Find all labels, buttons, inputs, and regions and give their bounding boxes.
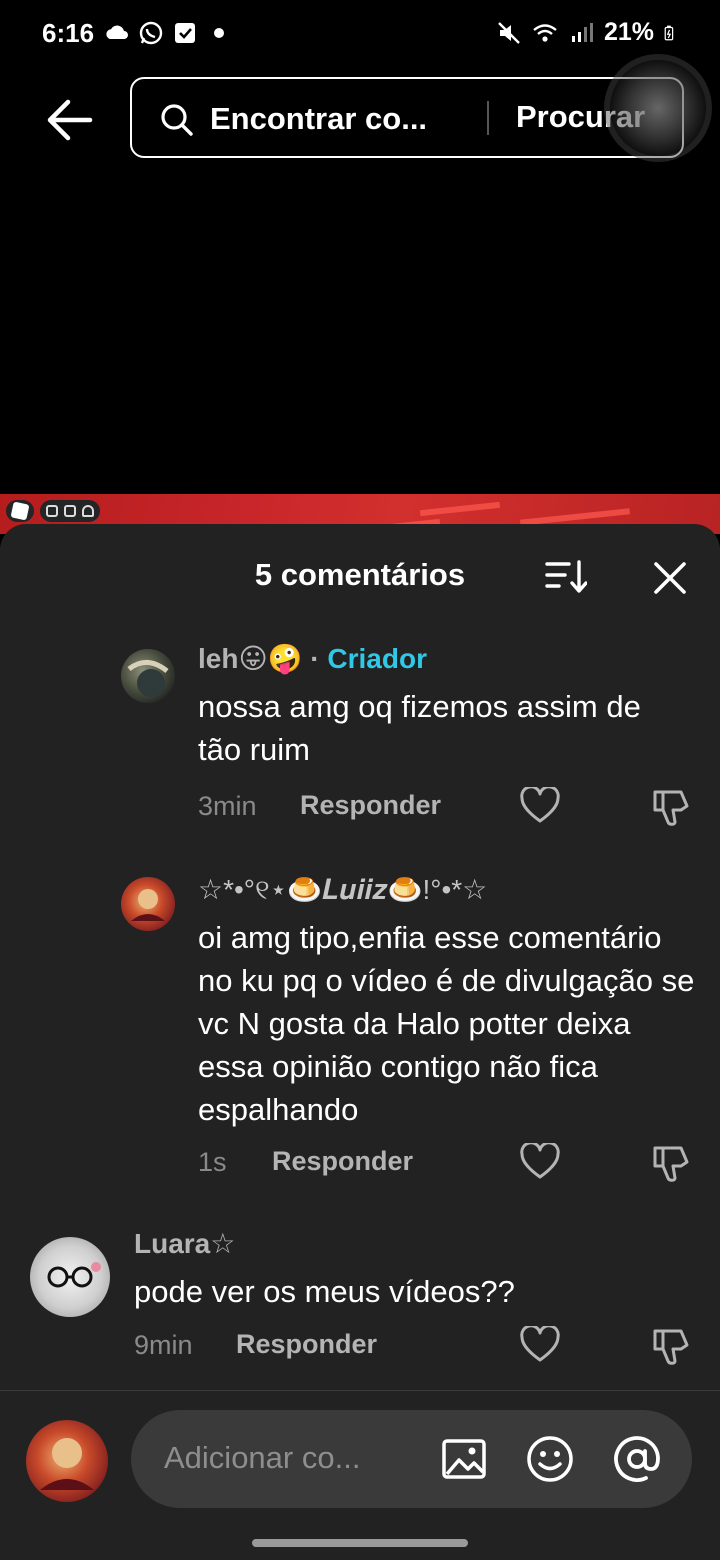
username-text: leh😛🤪: [198, 643, 303, 674]
creator-badge: Criador: [327, 643, 427, 674]
battery-percent: 21%: [603, 18, 654, 46]
roblox-tools-chip: [40, 500, 100, 522]
avatar[interactable]: [121, 877, 175, 931]
comment-time: 9min: [134, 1330, 193, 1360]
whatsapp-icon: [139, 21, 163, 45]
reply-button[interactable]: Responder: [272, 1146, 413, 1177]
composer-divider: [0, 1390, 720, 1391]
comment-time: 3min: [198, 791, 257, 821]
close-icon[interactable]: [652, 560, 688, 596]
checkbox-icon: [175, 23, 195, 43]
avatar[interactable]: [121, 649, 175, 703]
dislike-icon[interactable]: [651, 1144, 691, 1182]
comments-count-title: 5 comentários: [254, 557, 466, 592]
mention-icon[interactable]: [612, 1434, 662, 1484]
heart-icon[interactable]: [520, 1143, 560, 1181]
dislike-icon[interactable]: [651, 788, 691, 826]
roblox-menu-chip: [6, 500, 34, 522]
reply-button[interactable]: Responder: [236, 1329, 377, 1360]
notification-icons: [104, 20, 232, 46]
separator-dot: ·: [310, 643, 320, 674]
comment-composer[interactable]: Adicionar co...: [131, 1410, 692, 1508]
back-button[interactable]: [42, 92, 98, 148]
comment-username[interactable]: Luara☆: [134, 1227, 235, 1260]
sort-icon[interactable]: [543, 558, 587, 596]
search-bar[interactable]: Encontrar co... Procurar: [130, 77, 684, 158]
search-divider: [487, 101, 489, 135]
dot-icon: [214, 28, 224, 38]
comment-text: oi amg tipo,enfia esse comentário no ku …: [198, 920, 695, 1127]
menu-icon: [46, 505, 58, 517]
comment-input[interactable]: Adicionar co...: [164, 1440, 360, 1476]
roblox-topbar: [6, 500, 100, 522]
reply-button[interactable]: Responder: [300, 790, 441, 821]
wifi-icon: [533, 23, 557, 42]
comment-username[interactable]: leh😛🤪 · Criador: [198, 642, 427, 675]
emoji-icon[interactable]: [525, 1434, 575, 1484]
chat-icon: [64, 505, 76, 517]
search-input[interactable]: Encontrar co...: [210, 101, 427, 137]
comments-panel: 5 comentários leh😛🤪 · Criador nossa amg …: [0, 524, 720, 1560]
comment-time: 1s: [198, 1147, 227, 1177]
home-indicator[interactable]: [252, 1539, 468, 1547]
headset-icon: [82, 505, 94, 517]
comment-username[interactable]: ☆*•°୧⋆🍮𝑳𝒖𝒊𝒊𝒛🍮!°•*☆: [198, 873, 487, 907]
cloud-icon: [106, 25, 128, 39]
arrow-left-icon: [47, 99, 93, 141]
roblox-logo-icon: [10, 501, 30, 521]
signal-icon: [571, 22, 593, 42]
comment-text: pode ver os meus vídeos??: [134, 1274, 515, 1309]
dislike-icon[interactable]: [651, 1327, 691, 1365]
status-time: 6:16: [42, 18, 95, 48]
tiktok-comments-screen: 6:16 21% Encontrar co... Procurar 5 come…: [0, 0, 720, 1560]
avatar[interactable]: [30, 1237, 110, 1317]
my-avatar: [26, 1420, 108, 1502]
heart-icon[interactable]: [520, 787, 560, 825]
comment-text: nossa amg oq fizemos assim de tão ruim: [198, 689, 641, 767]
mute-icon: [498, 21, 520, 44]
system-icons: 21%: [496, 18, 680, 47]
touch-indicator: [610, 60, 706, 156]
battery-icon: [664, 25, 674, 40]
heart-icon[interactable]: [520, 1326, 560, 1364]
image-icon[interactable]: [439, 1434, 489, 1484]
status-bar: 6:16 21%: [0, 0, 720, 68]
search-icon: [161, 104, 193, 136]
